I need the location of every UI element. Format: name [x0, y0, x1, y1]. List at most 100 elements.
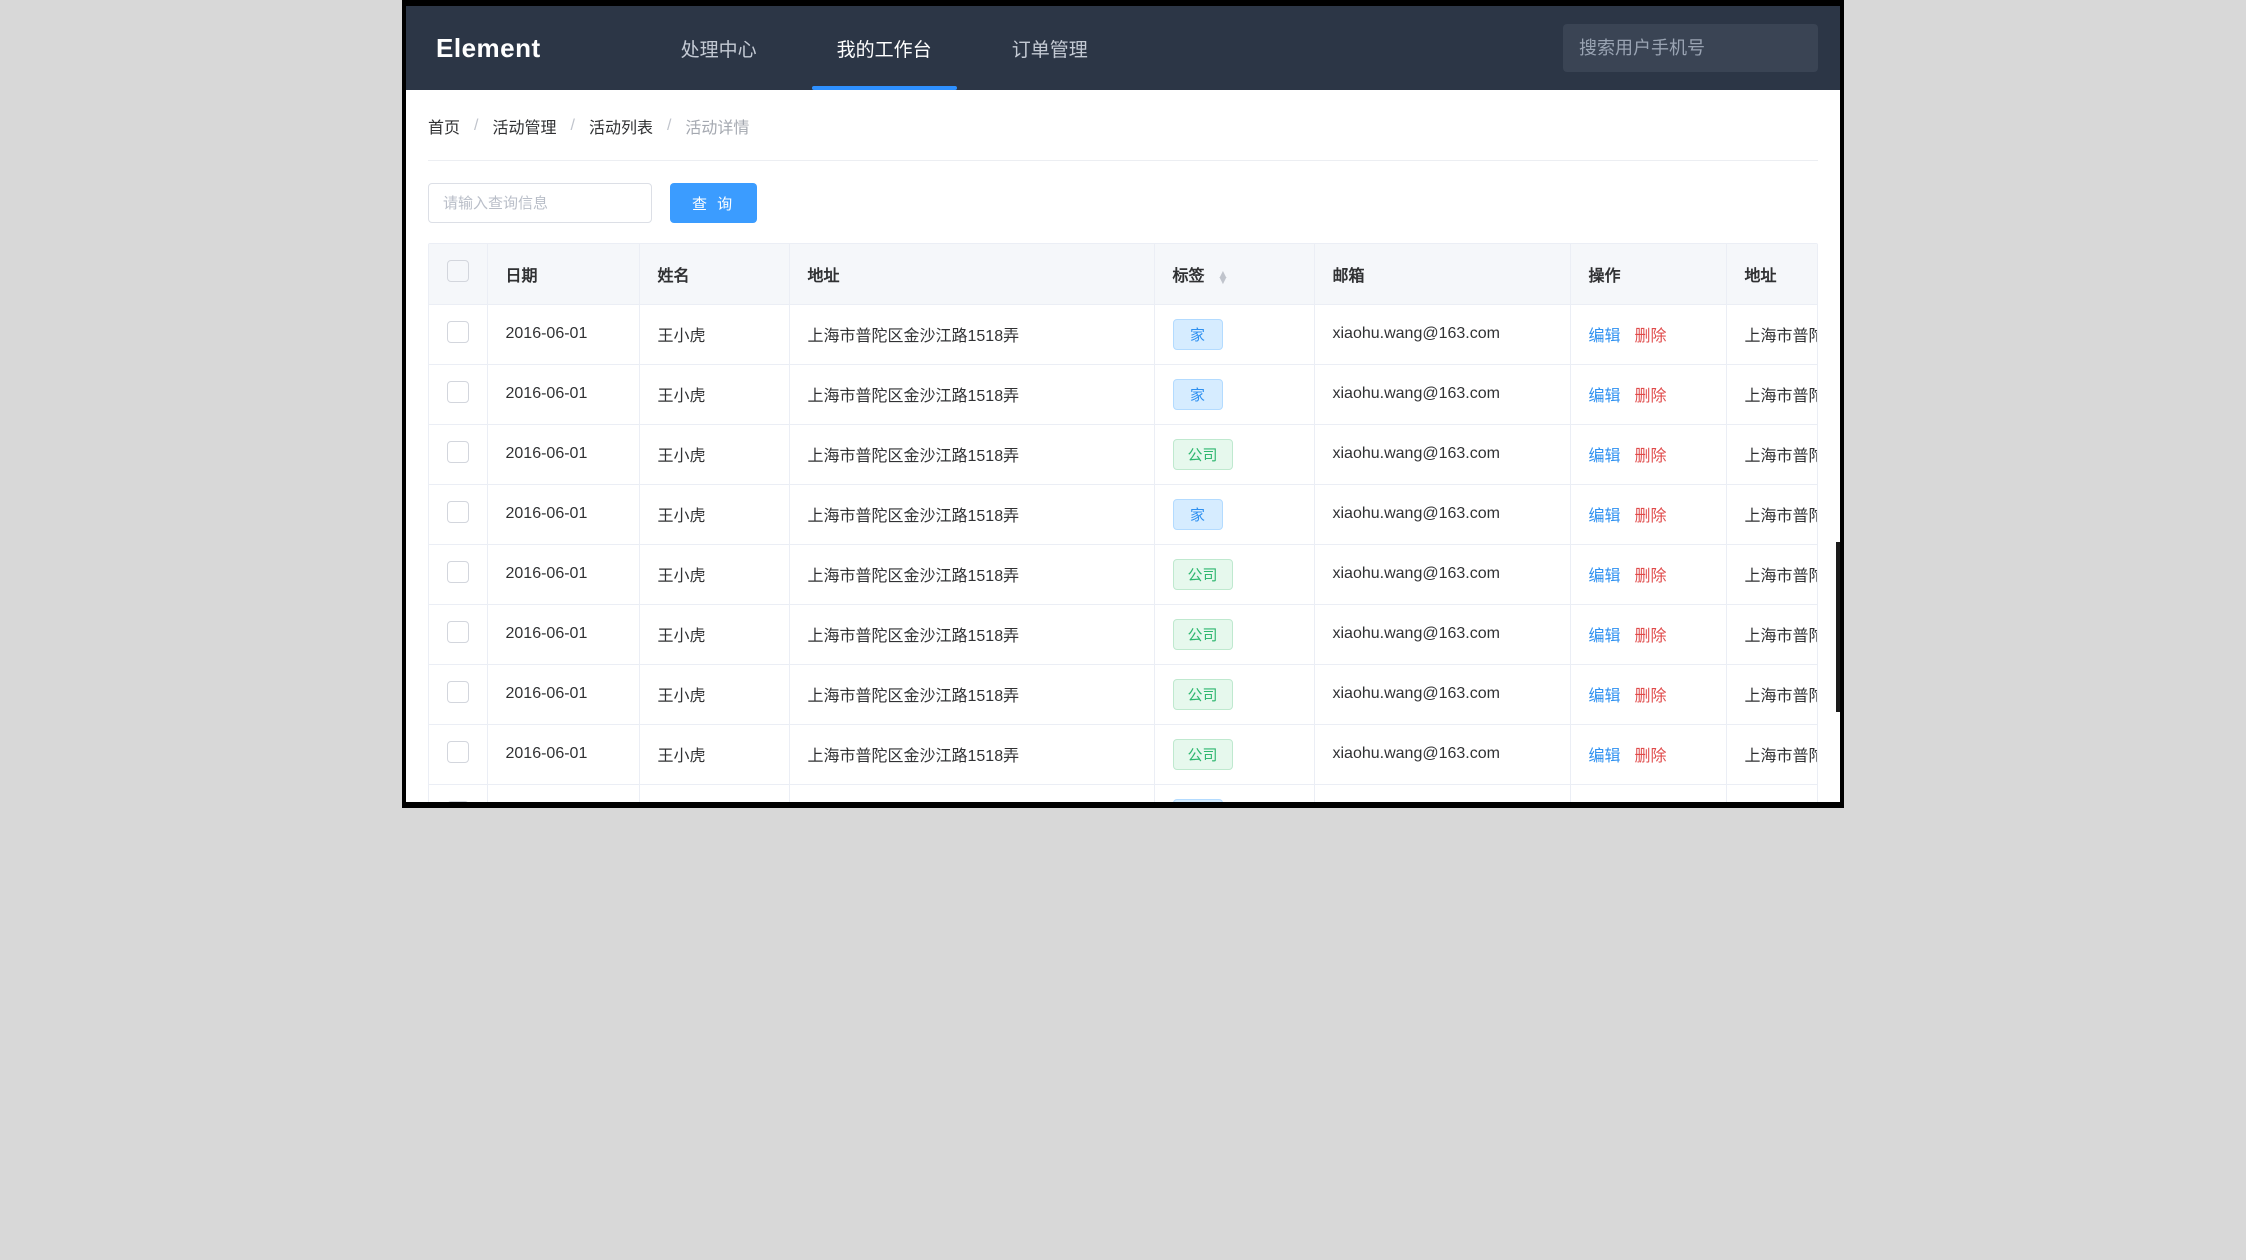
edit-link[interactable]: 编辑 [1589, 568, 1621, 585]
cell-name: 王小虎 [639, 544, 789, 604]
cell-tag: 公司 [1154, 724, 1314, 784]
edit-link[interactable]: 编辑 [1589, 748, 1621, 765]
row-checkbox[interactable] [447, 681, 469, 703]
sort-icon[interactable]: ▲▼ [1217, 271, 1229, 283]
edit-link[interactable]: 编辑 [1589, 508, 1621, 525]
search-input[interactable] [1563, 24, 1818, 72]
table-header-row: 日期 姓名 地址 标签 ▲▼ 邮箱 操作 地址 [429, 244, 1818, 304]
cell-name: 王小虎 [639, 304, 789, 364]
breadcrumb-item[interactable]: 活动管理 [492, 114, 556, 138]
col-email[interactable]: 邮箱 [1314, 244, 1570, 304]
delete-link[interactable]: 删除 [1635, 628, 1667, 645]
edit-link[interactable]: 编辑 [1589, 388, 1621, 405]
cell-addr: 上海市普陀区金沙江路1518弄 [789, 664, 1154, 724]
cell-name: 王小虎 [639, 724, 789, 784]
cell-email: xiaohu.wang@163.com [1314, 304, 1570, 364]
row-checkbox[interactable] [447, 741, 469, 763]
col-tag-label: 标签 [1173, 268, 1205, 285]
edit-link[interactable]: 编辑 [1589, 448, 1621, 465]
row-checkbox[interactable] [447, 381, 469, 403]
cell-checkbox [429, 304, 487, 364]
cell-ops: 编辑删除 [1570, 664, 1726, 724]
col-date[interactable]: 日期 [487, 244, 639, 304]
cell-tag: 家 [1154, 484, 1314, 544]
cell-addr2: 上海市普陀区 [1726, 364, 1818, 424]
cell-email: xiaohu.wang@163.com [1314, 544, 1570, 604]
breadcrumb: 首页/活动管理/活动列表/活动详情 [428, 114, 1818, 161]
cell-tag: 家 [1154, 304, 1314, 364]
col-addr2[interactable]: 地址 [1726, 244, 1818, 304]
cell-ops: 编辑删除 [1570, 364, 1726, 424]
delete-link[interactable]: 删除 [1635, 448, 1667, 465]
edit-link[interactable]: 编辑 [1589, 328, 1621, 345]
table-row: 2016-06-01王小虎上海市普陀区金沙江路1518弄家xiaohu.wang… [429, 484, 1818, 544]
breadcrumb-separator: / [667, 117, 671, 135]
col-tag[interactable]: 标签 ▲▼ [1154, 244, 1314, 304]
delete-link[interactable]: 删除 [1635, 328, 1667, 345]
tag-home: 家 [1173, 799, 1223, 809]
app-window: Element 处理中心我的工作台订单管理 首页/活动管理/活动列表/活动详情 … [402, 0, 1844, 808]
data-table: 日期 姓名 地址 标签 ▲▼ 邮箱 操作 地址 2016-06-01王小虎上海市… [429, 244, 1818, 808]
tag-office: 公司 [1173, 439, 1233, 470]
cell-name: 王小虎 [639, 784, 789, 808]
breadcrumb-item[interactable]: 活动列表 [589, 114, 653, 138]
nav-item-workbench[interactable]: 我的工作台 [797, 6, 972, 90]
col-name[interactable]: 姓名 [639, 244, 789, 304]
col-addr[interactable]: 地址 [789, 244, 1154, 304]
edit-link[interactable]: 编辑 [1589, 628, 1621, 645]
row-checkbox[interactable] [447, 321, 469, 343]
cell-date: 2016-06-01 [487, 784, 639, 808]
tag-office: 公司 [1173, 559, 1233, 590]
cell-ops: 编辑删除 [1570, 484, 1726, 544]
tag-home: 家 [1173, 379, 1223, 410]
cell-ops: 编辑删除 [1570, 724, 1726, 784]
cell-checkbox [429, 604, 487, 664]
nav-item-processing[interactable]: 处理中心 [641, 6, 797, 90]
delete-link[interactable]: 删除 [1635, 508, 1667, 525]
cell-email: xiaohu.wang@163.com [1314, 364, 1570, 424]
edit-link[interactable]: 编辑 [1589, 688, 1621, 705]
row-checkbox[interactable] [447, 501, 469, 523]
cell-ops: 编辑删除 [1570, 544, 1726, 604]
breadcrumb-item[interactable]: 首页 [428, 114, 460, 138]
delete-link[interactable]: 删除 [1635, 748, 1667, 765]
tag-home: 家 [1173, 319, 1223, 350]
cell-checkbox [429, 724, 487, 784]
nav-spacer [1128, 6, 1563, 90]
table-row: 2016-06-01王小虎上海市普陀区金沙江路1518弄公司xiaohu.wan… [429, 424, 1818, 484]
filter-input[interactable] [428, 183, 652, 223]
cell-tag: 公司 [1154, 424, 1314, 484]
col-ops: 操作 [1570, 244, 1726, 304]
tag-office: 公司 [1173, 739, 1233, 770]
cell-addr: 上海市普陀区金沙江路1518弄 [789, 484, 1154, 544]
cell-addr: 上海市普陀区金沙江路1518弄 [789, 724, 1154, 784]
cell-date: 2016-06-01 [487, 424, 639, 484]
cell-checkbox [429, 484, 487, 544]
cell-addr2: 上海市普陀区 [1726, 604, 1818, 664]
cell-name: 王小虎 [639, 664, 789, 724]
cell-checkbox [429, 784, 487, 808]
cell-email: xiaohu.wang@163.com [1314, 664, 1570, 724]
brand-logo: Element [436, 6, 641, 90]
cell-ops: 编辑删除 [1570, 424, 1726, 484]
cell-addr: 上海市普陀区金沙江路1518弄 [789, 304, 1154, 364]
row-checkbox[interactable] [447, 801, 469, 809]
nav-item-orders[interactable]: 订单管理 [972, 6, 1128, 90]
cell-date: 2016-06-01 [487, 484, 639, 544]
cell-email: xiaohu.wang@163.com [1314, 724, 1570, 784]
row-checkbox[interactable] [447, 621, 469, 643]
delete-link[interactable]: 删除 [1635, 388, 1667, 405]
cell-addr2: 上海市普陀区 [1726, 484, 1818, 544]
cell-addr: 上海市普陀区金沙江路1518弄 [789, 544, 1154, 604]
delete-link[interactable]: 删除 [1635, 568, 1667, 585]
row-checkbox[interactable] [447, 441, 469, 463]
cell-tag: 公司 [1154, 664, 1314, 724]
select-all-checkbox[interactable] [447, 260, 469, 282]
breadcrumb-separator: / [474, 117, 478, 135]
row-checkbox[interactable] [447, 561, 469, 583]
cell-addr2: 上海市普陀区 [1726, 784, 1818, 808]
cell-tag: 公司 [1154, 604, 1314, 664]
delete-link[interactable]: 删除 [1635, 688, 1667, 705]
cell-ops: 编辑删除 [1570, 304, 1726, 364]
query-button[interactable]: 查 询 [670, 183, 757, 223]
